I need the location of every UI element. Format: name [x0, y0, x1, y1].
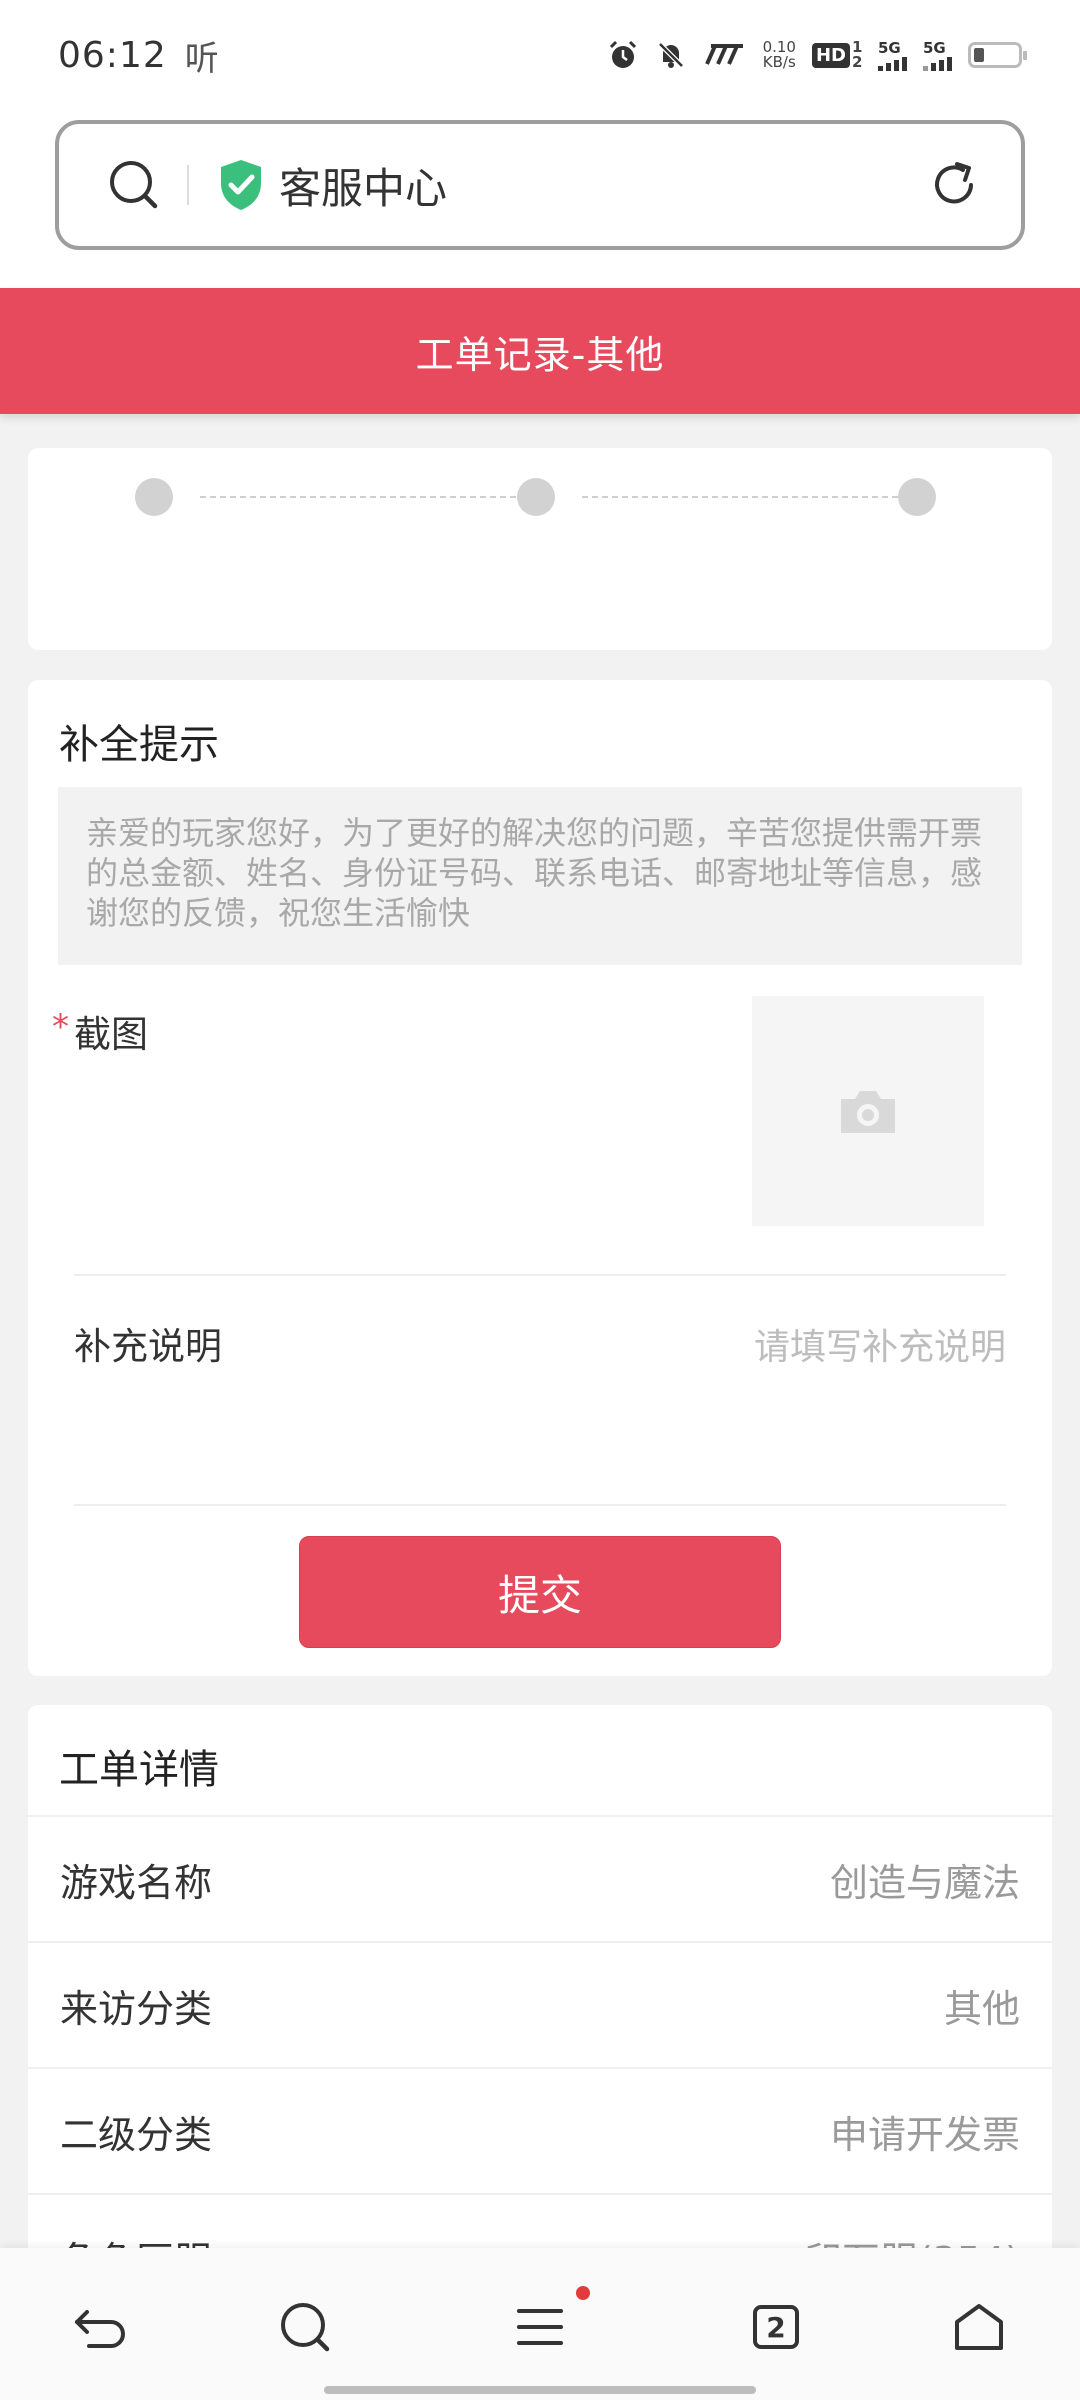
page-header: 工单记录-其他	[0, 288, 1080, 414]
notification-dot	[576, 2286, 590, 2300]
divider-1	[74, 1274, 1006, 1276]
page-title: 工单记录-其他	[415, 332, 665, 377]
bottom-nav: 2	[0, 2248, 1080, 2400]
net-speed-unit: KB/s	[762, 53, 796, 71]
step-connector-2	[582, 496, 898, 498]
divider-2	[74, 1504, 1006, 1506]
refresh-icon[interactable]	[927, 158, 981, 212]
search-icon	[281, 2303, 330, 2352]
signal-2-label: 5G	[923, 39, 946, 57]
step-dot-2	[517, 478, 555, 516]
hint-box: 亲爱的玩家您好，为了更好的解决您的问题，辛苦您提供需开票的总金额、姓名、身份证号…	[58, 787, 1022, 965]
detail-key: 二级分类	[60, 2112, 213, 2157]
search-nav-button[interactable]	[270, 2292, 340, 2362]
note-input[interactable]: 请填写补充说明	[754, 1318, 1006, 1370]
network-activity-icon	[704, 44, 743, 65]
status-extra-text: 听	[184, 38, 219, 79]
signal-1: 5G	[878, 39, 907, 71]
detail-row: 来访分类 其他	[28, 1941, 1052, 2067]
status-time: 06:12	[58, 34, 167, 76]
status-bar: 06:12 听 0.10 KB/s HD 1 2 5G 5G	[0, 0, 1080, 110]
hd-label: HD	[811, 42, 850, 68]
browser-bar: 客服中心	[0, 110, 1080, 288]
signal-bars-1-icon	[878, 57, 907, 71]
security-shield-icon	[221, 160, 261, 210]
submit-button[interactable]: 提交	[299, 1536, 781, 1648]
hd-sub: 1 2	[852, 38, 863, 71]
step-connector-1	[200, 496, 516, 498]
camera-icon	[841, 1091, 895, 1133]
status-icons: 0.10 KB/s HD 1 2 5G 5G	[607, 38, 1027, 71]
search-icon[interactable]	[107, 158, 161, 212]
screenshot-upload[interactable]	[752, 996, 984, 1226]
supplement-card: 补全提示 亲爱的玩家您好，为了更好的解决您的问题，辛苦您提供需开票的总金额、姓名…	[28, 680, 1052, 1676]
address-divider	[187, 165, 189, 205]
detail-value: 创造与魔法	[829, 1860, 1020, 1905]
detail-row: 游戏名称 创造与魔法	[28, 1815, 1052, 1941]
site-title: 客服中心	[279, 163, 448, 213]
detail-value: 申请开发票	[829, 2112, 1020, 2157]
address-bar[interactable]: 客服中心	[55, 120, 1025, 250]
tabs-button[interactable]: 2	[741, 2292, 811, 2362]
net-speed: 0.10 KB/s	[763, 40, 796, 70]
back-button[interactable]	[66, 2292, 136, 2362]
required-mark: *	[52, 1007, 69, 1047]
signal-1-label: 5G	[878, 39, 901, 57]
signal-bars-2-icon	[923, 57, 952, 71]
menu-button[interactable]	[505, 2292, 575, 2362]
home-indicator[interactable]	[324, 2386, 756, 2394]
screenshot-label: 截图	[74, 1013, 148, 1056]
step-dot-3	[898, 478, 936, 516]
detail-value: 其他	[943, 1986, 1020, 2031]
menu-icon	[517, 2309, 563, 2345]
detail-key: 来访分类	[60, 1986, 213, 2031]
note-label: 补充说明	[74, 1325, 222, 1368]
hd-indicator: HD 1 2	[811, 38, 863, 71]
detail-key: 游戏名称	[60, 1860, 213, 1905]
mute-bell-icon	[657, 42, 684, 68]
progress-stepper	[28, 448, 1052, 650]
detail-row: 二级分类 申请开发票	[28, 2067, 1052, 2193]
home-button[interactable]	[944, 2292, 1014, 2362]
details-title: 工单详情	[59, 1747, 219, 1793]
alarm-icon	[609, 40, 636, 68]
battery-icon	[968, 42, 1027, 68]
back-arrow-icon	[75, 2310, 125, 2348]
tabs-count: 2	[753, 2305, 799, 2349]
supplement-title: 补全提示	[59, 722, 219, 768]
home-icon	[955, 2304, 1003, 2350]
signal-2: 5G	[923, 39, 952, 71]
step-dot-1	[135, 478, 173, 516]
